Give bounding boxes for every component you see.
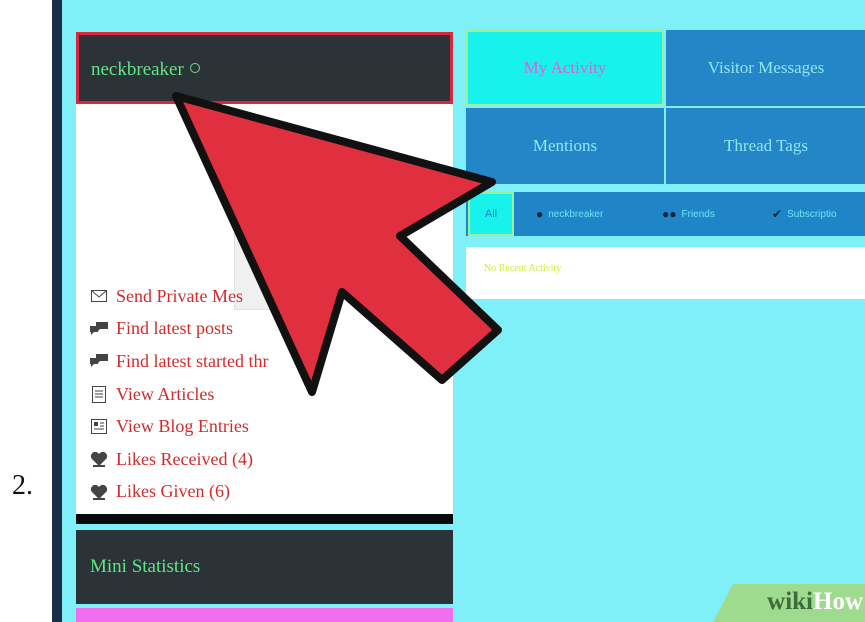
pointer-arrow-icon xyxy=(172,92,502,396)
watermark-wiki: wiki xyxy=(767,588,813,615)
watermark-text: wikiHow xyxy=(767,588,863,616)
watermark-how: How xyxy=(813,588,863,615)
watermark: wikiHow xyxy=(713,584,865,622)
